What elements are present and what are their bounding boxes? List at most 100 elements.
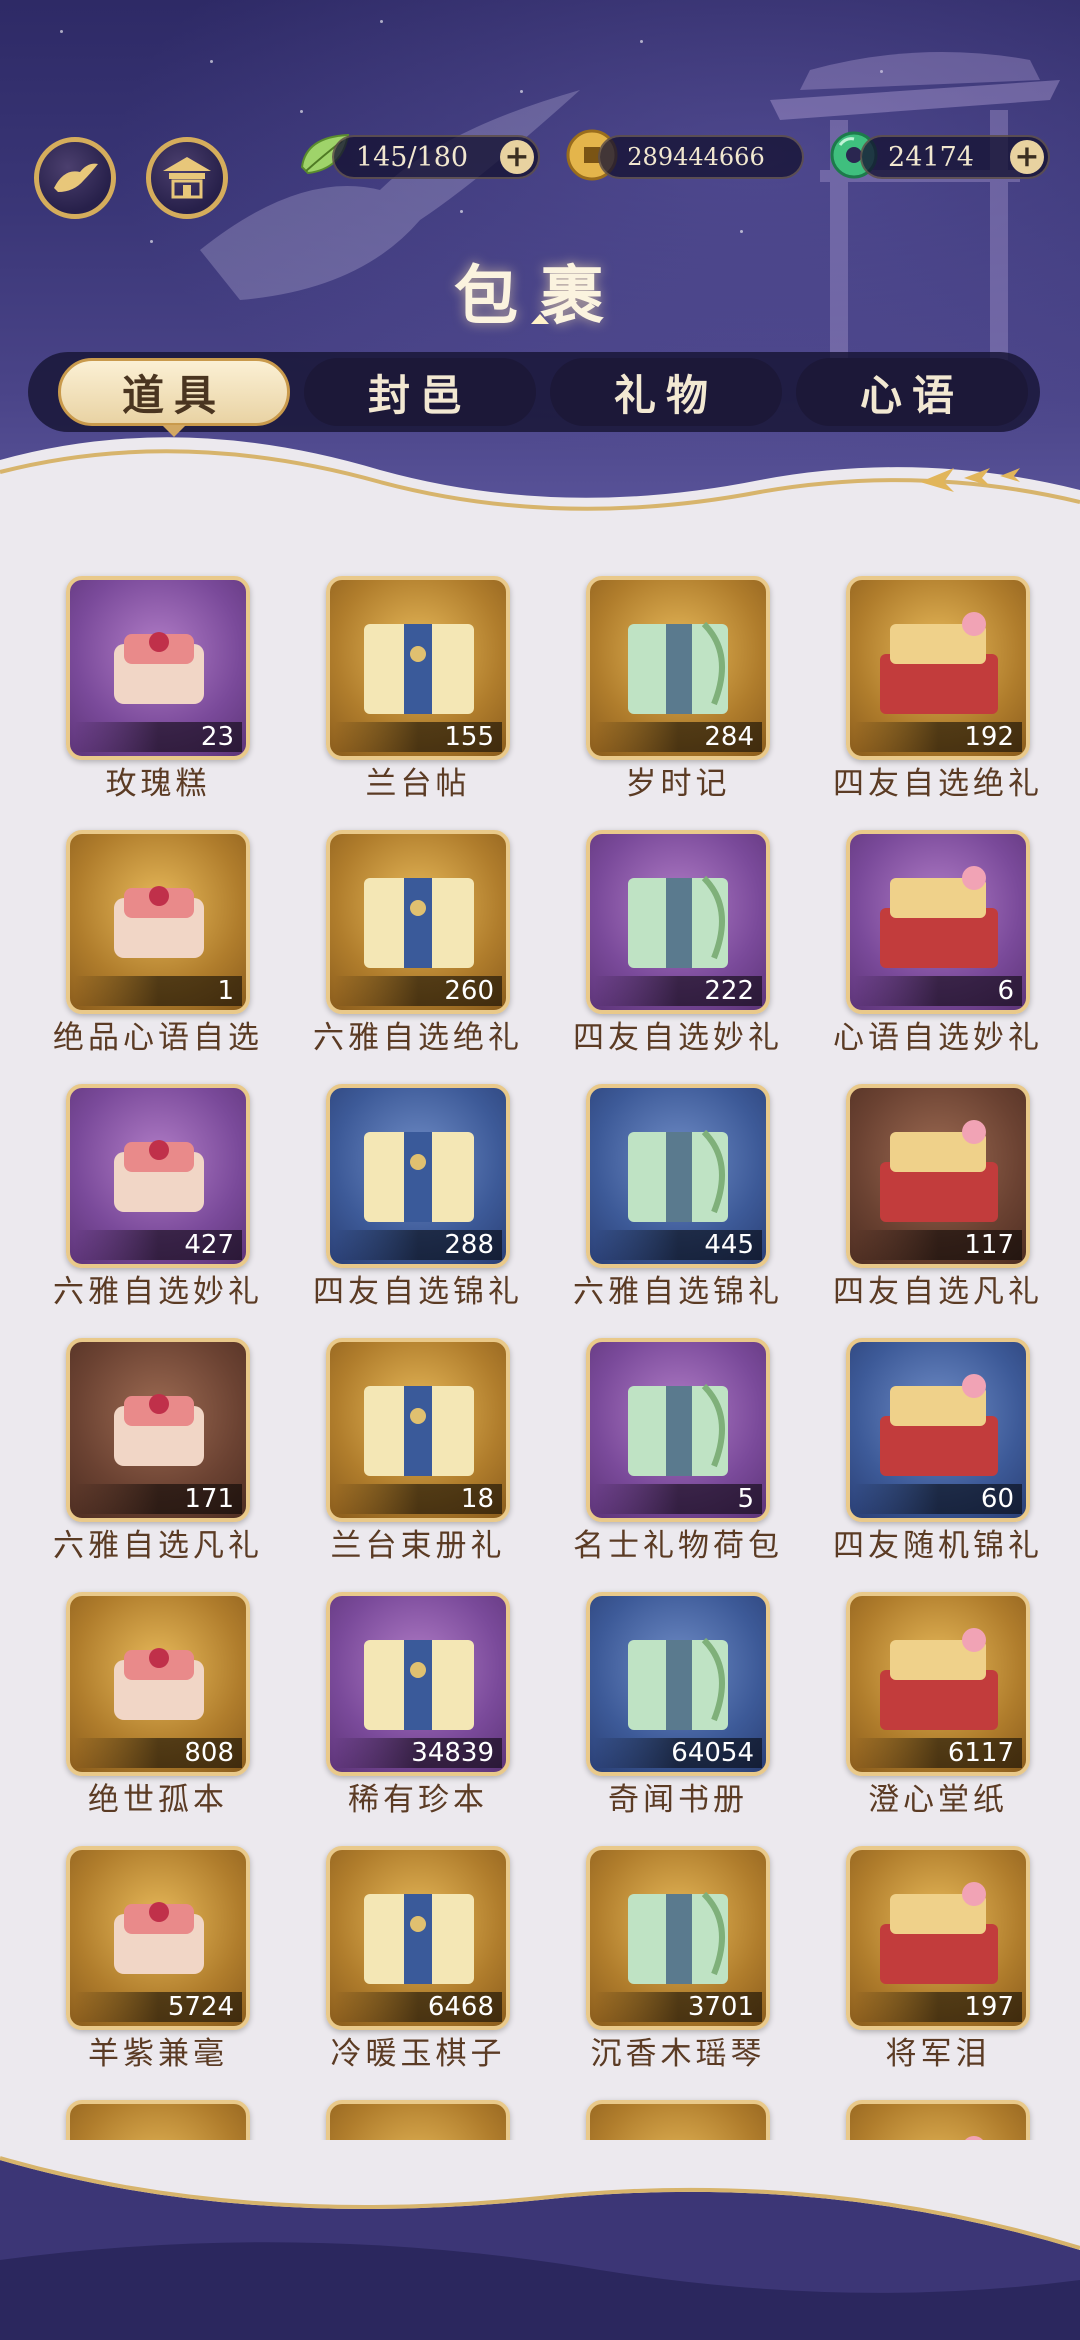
item-card[interactable]: 6468 [326, 1846, 510, 2030]
item-card[interactable]: 192 [846, 576, 1030, 760]
inventory-item[interactable]: 192 四友自选绝礼 [833, 560, 1039, 802]
inventory-item[interactable]: 288 四友自选锦礼 [313, 1068, 519, 1310]
item-count: 6 [854, 976, 1022, 1006]
item-name: 羊紫兼毫 [88, 2036, 228, 2072]
item-card[interactable]: 3701 [586, 1846, 770, 2030]
inventory-item[interactable]: 6468 冷暖玉棋子 [318, 1830, 518, 2072]
item-name: 四友随机锦礼 [833, 1528, 1043, 1564]
inventory-item[interactable]: 155 兰台帖 [318, 560, 518, 802]
item-icon [880, 612, 998, 714]
item-icon [364, 1894, 474, 1984]
add-stamina-button[interactable]: + [500, 140, 534, 174]
inventory-item[interactable]: 197 将军泪 [838, 1830, 1038, 2072]
inventory-item[interactable]: 808 绝世孤本 [58, 1576, 258, 1818]
item-name: 四友自选妙礼 [573, 1020, 783, 1056]
item-count: 288 [334, 1230, 502, 1260]
home-button[interactable] [34, 137, 116, 219]
item-icon [880, 1120, 998, 1222]
item-card[interactable]: 171 [66, 1338, 250, 1522]
inventory-item[interactable]: 5 名士礼物荷包 [573, 1322, 779, 1564]
inventory-item[interactable]: 427 六雅自选妙礼 [53, 1068, 259, 1310]
inventory-item[interactable]: 222 四友自选妙礼 [573, 814, 779, 1056]
item-card[interactable]: 34839 [326, 1592, 510, 1776]
inventory-item[interactable]: 60 四友随机锦礼 [833, 1322, 1039, 1564]
item-card[interactable]: 6 [846, 830, 1030, 1014]
item-icon [604, 2118, 754, 2140]
item-card[interactable]: 1 [66, 830, 250, 1014]
item-card[interactable]: 18 [326, 1338, 510, 1522]
item-icon [628, 1129, 728, 1222]
item-card[interactable]: 808 [66, 1592, 250, 1776]
item-card[interactable]: 222 [586, 830, 770, 1014]
item-count: 5 [594, 1484, 762, 1514]
inventory-item[interactable]: 6117 澄心堂纸 [838, 1576, 1038, 1818]
item-card[interactable] [846, 2100, 1030, 2140]
item-name: 六雅自选妙礼 [53, 1274, 263, 1310]
item-card[interactable]: 23 [66, 576, 250, 760]
item-count: 117 [854, 1230, 1022, 1260]
item-name: 兰台束册礼 [330, 1528, 506, 1564]
jade-value: 24174 [888, 141, 974, 173]
item-card[interactable] [326, 2100, 510, 2140]
item-name: 绝世孤本 [88, 1782, 228, 1818]
item-name: 玫瑰糕 [105, 766, 211, 802]
header: 145/180 + 289444666 24174 + 包裹 道具 封邑 礼物 … [0, 0, 1080, 520]
inventory-item[interactable]: 18 兰台束册礼 [318, 1322, 518, 1564]
inventory-item[interactable] [58, 2084, 258, 2140]
item-card[interactable]: 5724 [66, 1846, 250, 2030]
inventory-item[interactable]: 6 心语自选妙礼 [833, 814, 1039, 1056]
inventory-item[interactable]: 64054 奇闻书册 [578, 1576, 778, 1818]
item-card[interactable]: 288 [326, 1084, 510, 1268]
item-name: 六雅自选绝礼 [313, 1020, 523, 1056]
item-card[interactable]: 6117 [846, 1592, 1030, 1776]
stamina-counter: 145/180 + [332, 135, 540, 179]
inventory-item[interactable]: 34839 稀有珍本 [318, 1576, 518, 1818]
item-name: 绝品心语自选 [53, 1020, 263, 1056]
item-card[interactable]: 60 [846, 1338, 1030, 1522]
inventory-item[interactable]: 445 六雅自选锦礼 [573, 1068, 779, 1310]
item-count: 1 [74, 976, 242, 1006]
tab-gifts[interactable]: 礼物 [550, 358, 782, 426]
manor-button[interactable] [146, 137, 228, 219]
item-card[interactable]: 427 [66, 1084, 250, 1268]
item-name: 名士礼物荷包 [573, 1528, 783, 1564]
bottom-wave-divider [0, 2156, 1080, 2340]
inventory-item[interactable]: 117 四友自选凡礼 [833, 1068, 1039, 1310]
item-card[interactable]: 197 [846, 1846, 1030, 2030]
item-card[interactable]: 5 [586, 1338, 770, 1522]
jade-counter: 24174 + [860, 135, 1050, 179]
inventory-item[interactable]: 5724 羊紫兼毫 [58, 1830, 258, 2072]
inventory-item[interactable] [318, 2084, 518, 2140]
inventory-item[interactable]: 23 玫瑰糕 [58, 560, 258, 802]
item-name: 沉香木瑶琴 [590, 2036, 766, 2072]
item-card[interactable]: 155 [326, 576, 510, 760]
item-icon [628, 1637, 728, 1730]
inventory-item[interactable]: 3701 沉香木瑶琴 [578, 1830, 778, 2072]
arrow-ornament [920, 468, 1020, 492]
tab-fief[interactable]: 封邑 [304, 358, 536, 426]
inventory-item[interactable]: 284 岁时记 [578, 560, 778, 802]
inventory-item[interactable] [838, 2084, 1038, 2140]
coin-counter: 289444666 [598, 135, 804, 179]
add-jade-button[interactable]: + [1010, 140, 1044, 174]
item-card[interactable] [586, 2100, 770, 2140]
inventory-item[interactable]: 171 六雅自选凡礼 [53, 1322, 259, 1564]
item-count: 197 [854, 1992, 1022, 2022]
item-name: 将军泪 [885, 2036, 991, 2072]
tab-heart-words[interactable]: 心语 [796, 358, 1028, 426]
inventory-item[interactable]: 1 绝品心语自选 [53, 814, 259, 1056]
item-card[interactable]: 260 [326, 830, 510, 1014]
item-icon [84, 2118, 234, 2140]
item-card[interactable]: 117 [846, 1084, 1030, 1268]
item-card[interactable] [66, 2100, 250, 2140]
item-card[interactable]: 64054 [586, 1592, 770, 1776]
item-grid: 23 玫瑰糕 155 兰台帖 284 岁时记 192 四友自选绝礼 1 绝品心语自选 260 六雅自选… [0, 560, 1080, 2140]
item-icon [114, 1140, 204, 1212]
inventory-item[interactable]: 260 六雅自选绝礼 [313, 814, 519, 1056]
inventory-item[interactable] [578, 2084, 778, 2140]
item-card[interactable]: 445 [586, 1084, 770, 1268]
tab-items[interactable]: 道具 [58, 358, 290, 437]
item-name: 心语自选妙礼 [833, 1020, 1043, 1056]
item-icon [114, 1394, 204, 1466]
item-card[interactable]: 284 [586, 576, 770, 760]
